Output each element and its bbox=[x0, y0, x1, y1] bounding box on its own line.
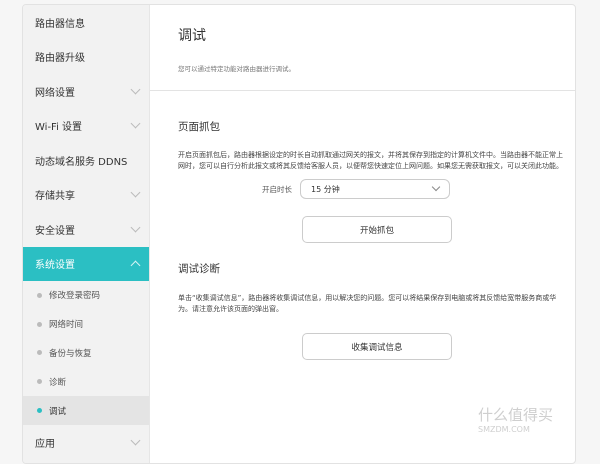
sidebar-item-ddns[interactable]: 动态域名服务 DDNS bbox=[23, 143, 149, 178]
label: 修改登录密码 bbox=[49, 291, 101, 302]
watermark: 什么值得买 SMZDM.COM bbox=[478, 404, 553, 434]
chevron-down-icon bbox=[130, 222, 141, 233]
section-title: 页面抓包 bbox=[178, 121, 220, 133]
diag-section: 调试诊断 单击“收集调试信息”，路由器将收集调试信息，用以解决您的问题。您可以将… bbox=[150, 261, 575, 360]
bullet-icon bbox=[37, 292, 42, 298]
watermark-url: SMZDM.COM bbox=[478, 425, 530, 434]
chevron-up-icon bbox=[130, 260, 141, 271]
sidebar-item-system[interactable]: 系统设置 bbox=[23, 246, 149, 281]
sidebar-item-storage[interactable]: 存储共享 bbox=[23, 178, 149, 213]
sidebar: 路由器信息 路由器升级 网络设置 Wi-Fi 设置 动态域名服务 DDNS 存储… bbox=[23, 5, 150, 463]
label: 动态域名服务 DDNS bbox=[35, 156, 128, 168]
bullet-icon bbox=[37, 321, 42, 327]
sidebar-item-wifi[interactable]: Wi-Fi 设置 bbox=[23, 109, 149, 144]
selected-value: 15 分钟 bbox=[311, 184, 340, 194]
bullet-icon bbox=[37, 379, 42, 385]
chevron-down-icon bbox=[130, 435, 141, 446]
sidebar-item-apps[interactable]: 应用 bbox=[23, 425, 149, 460]
sidebar-subitem-diagnose[interactable]: 诊断 bbox=[23, 367, 149, 396]
chevron-down-icon bbox=[130, 118, 141, 129]
section-description: 单击“收集调试信息”，路由器将收集调试信息，用以解决您的问题。您可以将结果保存到… bbox=[178, 294, 557, 313]
label: Wi-Fi 设置 bbox=[35, 122, 83, 134]
label: 存储共享 bbox=[35, 191, 75, 203]
sidebar-item-router-upgrade[interactable]: 路由器升级 bbox=[23, 40, 149, 75]
label: 应用 bbox=[35, 438, 55, 450]
chevron-down-icon bbox=[431, 182, 441, 192]
sidebar-subitem-backup[interactable]: 备份与恢复 bbox=[23, 339, 149, 368]
label: 备份与恢复 bbox=[49, 348, 92, 359]
main-content: 调试 您可以通过特定功能对路由器进行调试。 页面抓包 开启页面抓包后，路由器根据… bbox=[150, 5, 575, 463]
collect-debug-info-button[interactable]: 收集调试信息 bbox=[302, 333, 452, 360]
duration-select[interactable]: 15 分钟 bbox=[300, 179, 450, 199]
chevron-down-icon bbox=[130, 84, 141, 95]
sidebar-subitem-debug[interactable]: 调试 bbox=[23, 396, 149, 425]
watermark-text: 什么值得买 bbox=[478, 406, 554, 424]
page-description: 您可以通过特定功能对路由器进行调试。 bbox=[178, 65, 295, 73]
sidebar-item-network[interactable]: 网络设置 bbox=[23, 74, 149, 109]
label: 路由器升级 bbox=[35, 53, 85, 65]
section-description: 开启页面抓包后，路由器根据设定的时长自动抓取通过网关的报文，并将其保存到指定的计… bbox=[178, 151, 563, 170]
chevron-down-icon bbox=[130, 187, 141, 198]
page-title: 调试 bbox=[178, 28, 206, 44]
duration-label: 开启时长 bbox=[262, 184, 292, 194]
sidebar-item-router-info[interactable]: 路由器信息 bbox=[23, 5, 149, 40]
capture-section: 页面抓包 开启页面抓包后，路由器根据设定的时长自动抓取通过网关的报文，并将其保存… bbox=[150, 119, 575, 243]
label: 网络时间 bbox=[49, 320, 84, 331]
page-header: 调试 您可以通过特定功能对路由器进行调试。 bbox=[150, 5, 575, 91]
label: 系统设置 bbox=[35, 260, 75, 272]
sidebar-subitem-password[interactable]: 修改登录密码 bbox=[23, 281, 149, 310]
label: 网络设置 bbox=[35, 87, 75, 99]
router-admin-window: 路由器信息 路由器升级 网络设置 Wi-Fi 设置 动态域名服务 DDNS 存储… bbox=[22, 4, 576, 464]
label: 安全设置 bbox=[35, 225, 75, 237]
start-capture-button[interactable]: 开始抓包 bbox=[302, 216, 452, 243]
bullet-icon bbox=[37, 350, 42, 356]
label: 诊断 bbox=[49, 377, 67, 388]
section-title: 调试诊断 bbox=[178, 263, 220, 275]
sidebar-subitem-time[interactable]: 网络时间 bbox=[23, 310, 149, 339]
bullet-icon bbox=[37, 408, 42, 414]
label: 路由器信息 bbox=[35, 18, 85, 30]
label: 调试 bbox=[49, 406, 67, 417]
sidebar-item-security[interactable]: 安全设置 bbox=[23, 212, 149, 247]
